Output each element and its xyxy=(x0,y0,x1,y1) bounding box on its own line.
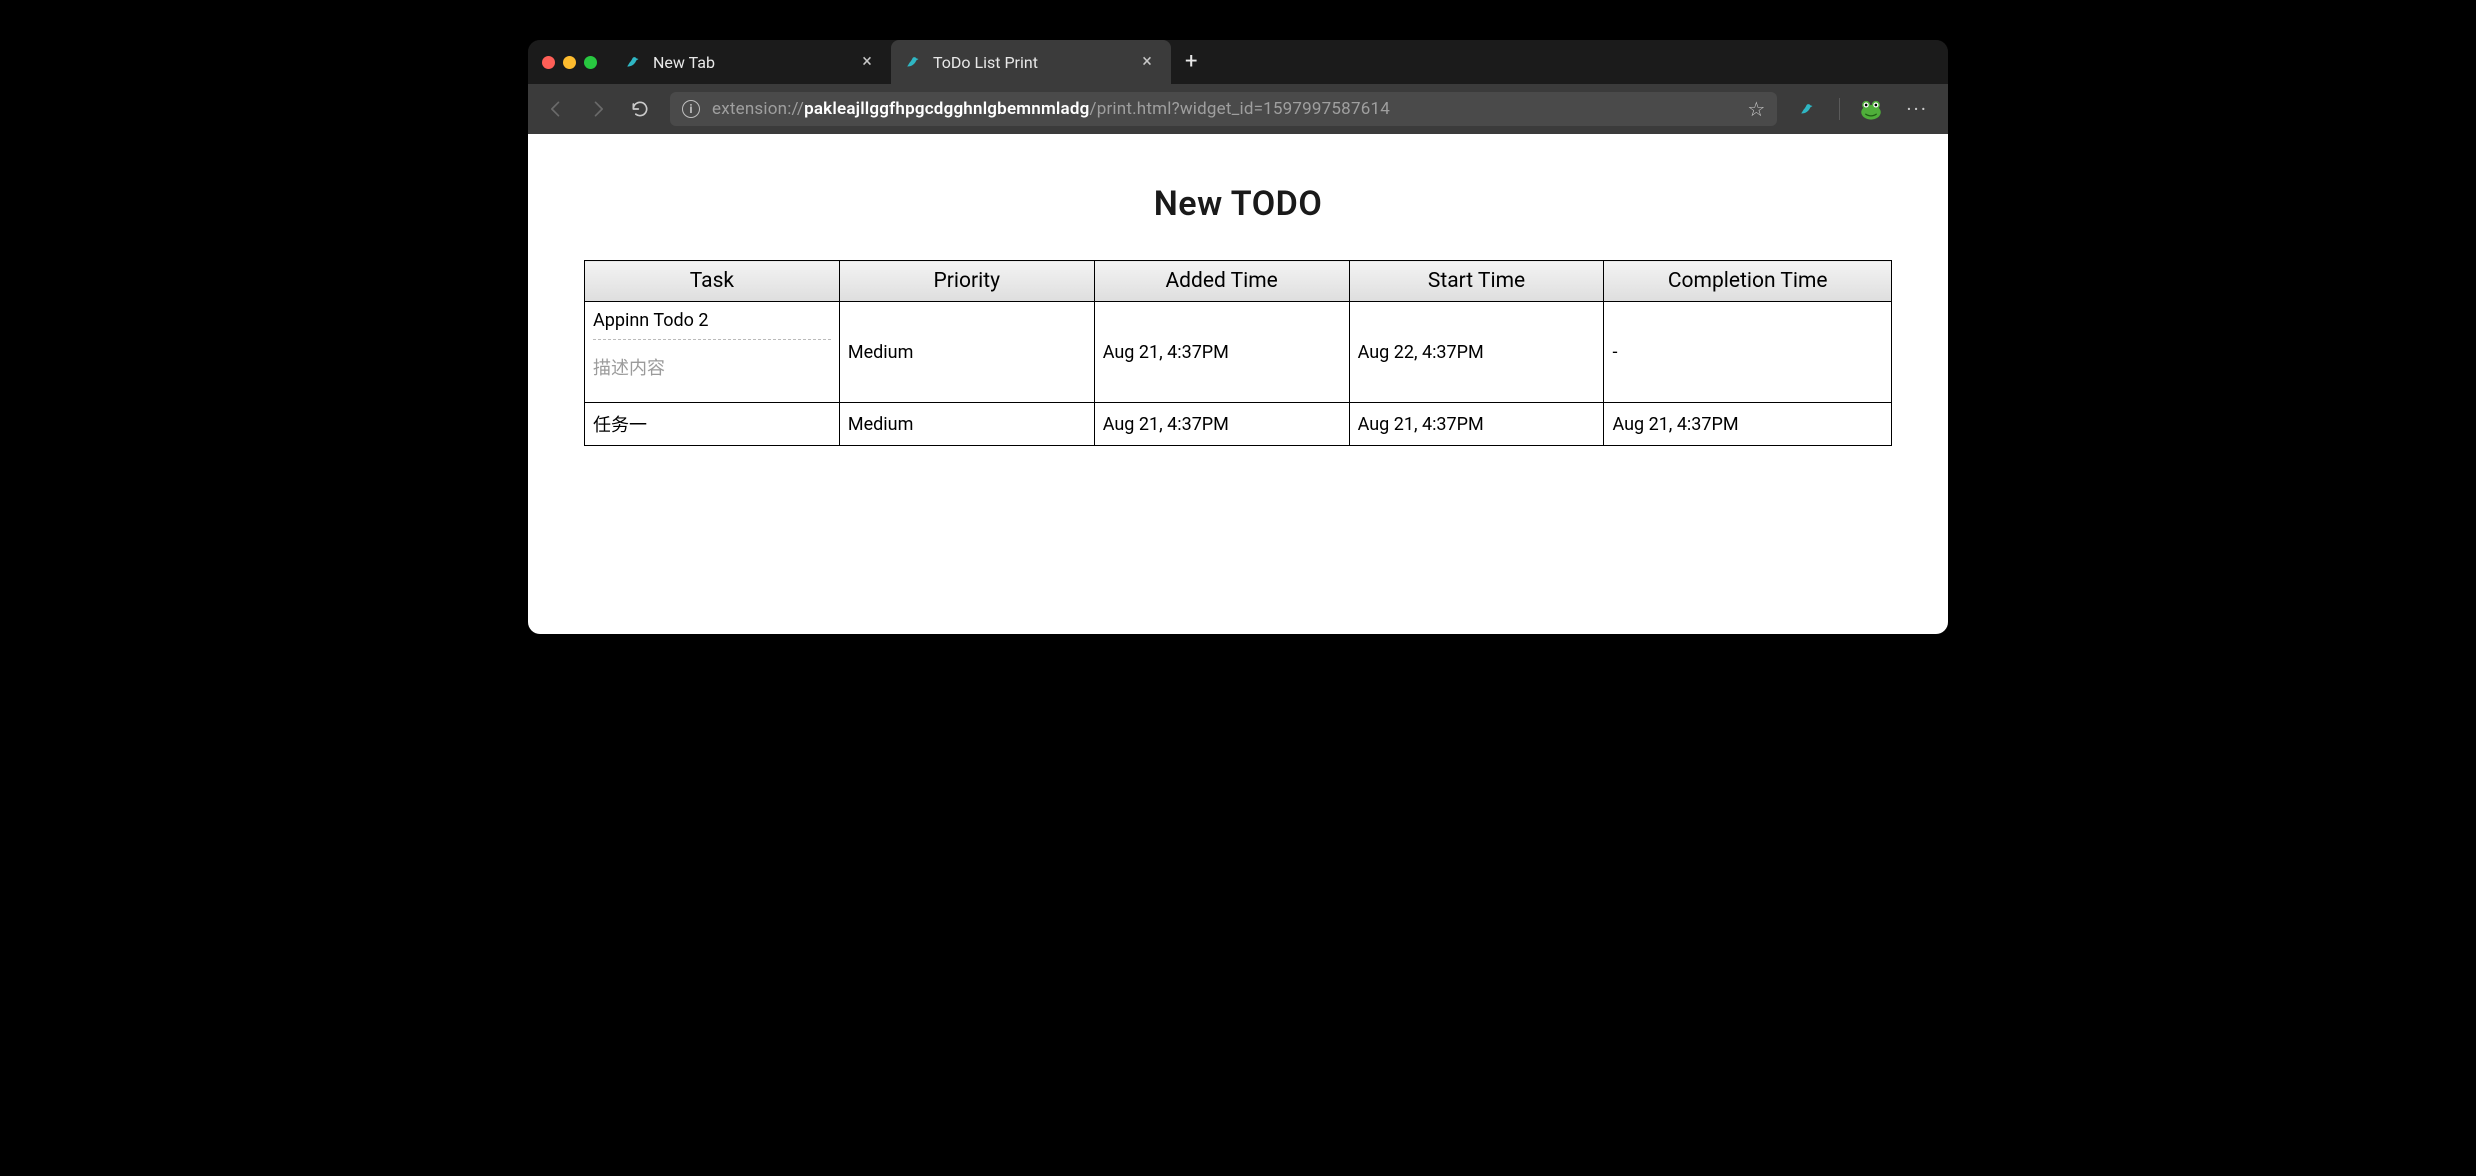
site-info-icon[interactable]: i xyxy=(682,100,700,118)
col-priority: Priority xyxy=(839,261,1094,302)
table-row: 任务一 Medium Aug 21, 4:37PM Aug 21, 4:37PM… xyxy=(585,403,1892,446)
cell-added-time: Aug 21, 4:37PM xyxy=(1094,302,1349,403)
cell-start-time: Aug 22, 4:37PM xyxy=(1349,302,1604,403)
tab-todo-list-print[interactable]: ToDo List Print × xyxy=(891,40,1171,84)
browser-toolbar: i extension://pakleajllggfhpgcdgghnlgbem… xyxy=(528,84,1948,134)
col-completion-time: Completion Time xyxy=(1604,261,1892,302)
window-minimize-button[interactable] xyxy=(563,56,576,69)
todo-table: Task Priority Added Time Start Time Comp… xyxy=(584,260,1892,446)
forward-button[interactable] xyxy=(586,97,610,121)
bird-icon xyxy=(625,53,643,71)
cell-priority: Medium xyxy=(839,403,1094,446)
tab-strip: New Tab × ToDo List Print × + xyxy=(528,40,1948,84)
reload-button[interactable] xyxy=(628,97,652,121)
new-tab-button[interactable]: + xyxy=(1171,51,1211,73)
page-content: New TODO Task Priority Added Time Start … xyxy=(528,134,1948,634)
url-host: pakleajllggfhpgcdgghnlgbemnmladg xyxy=(804,99,1089,119)
url-query: ?widget_id=1597997587614 xyxy=(1172,99,1390,119)
task-description: 描述内容 xyxy=(593,339,831,394)
col-start-time: Start Time xyxy=(1349,261,1604,302)
close-icon[interactable]: × xyxy=(1137,53,1157,71)
browser-window: New Tab × ToDo List Print × + i extensio… xyxy=(528,40,1948,634)
tab-new-tab[interactable]: New Tab × xyxy=(611,40,891,84)
window-controls xyxy=(528,56,611,69)
tab-title: New Tab xyxy=(653,53,715,72)
bird-icon xyxy=(905,53,923,71)
url-scheme: extension:// xyxy=(712,99,804,119)
cell-completion-time: - xyxy=(1604,302,1892,403)
col-added-time: Added Time xyxy=(1094,261,1349,302)
url-path: /print.html xyxy=(1090,99,1172,119)
bird-extension-icon[interactable] xyxy=(1795,96,1821,122)
cell-start-time: Aug 21, 4:37PM xyxy=(1349,403,1604,446)
cell-added-time: Aug 21, 4:37PM xyxy=(1094,403,1349,446)
task-name: Appinn Todo 2 xyxy=(593,310,831,339)
toolbar-divider xyxy=(1839,98,1840,120)
window-close-button[interactable] xyxy=(542,56,555,69)
frog-extension-icon[interactable] xyxy=(1858,96,1884,122)
cell-priority: Medium xyxy=(839,302,1094,403)
table-header-row: Task Priority Added Time Start Time Comp… xyxy=(585,261,1892,302)
back-button[interactable] xyxy=(544,97,568,121)
tab-title: ToDo List Print xyxy=(933,53,1038,72)
overflow-menu-button[interactable]: ··· xyxy=(1902,97,1932,121)
cell-task: Appinn Todo 2 描述内容 xyxy=(585,302,840,403)
url-text: extension://pakleajllggfhpgcdgghnlgbemnm… xyxy=(712,99,1390,119)
window-maximize-button[interactable] xyxy=(584,56,597,69)
cell-completion-time: Aug 21, 4:37PM xyxy=(1604,403,1892,446)
page-title: New TODO xyxy=(584,184,1892,224)
table-row: Appinn Todo 2 描述内容 Medium Aug 21, 4:37PM… xyxy=(585,302,1892,403)
close-icon[interactable]: × xyxy=(857,53,877,71)
cell-task: 任务一 xyxy=(585,403,840,446)
col-task: Task xyxy=(585,261,840,302)
address-bar[interactable]: i extension://pakleajllggfhpgcdgghnlgbem… xyxy=(670,92,1777,126)
task-name: 任务一 xyxy=(593,411,831,437)
bookmark-icon[interactable]: ☆ xyxy=(1747,97,1765,121)
